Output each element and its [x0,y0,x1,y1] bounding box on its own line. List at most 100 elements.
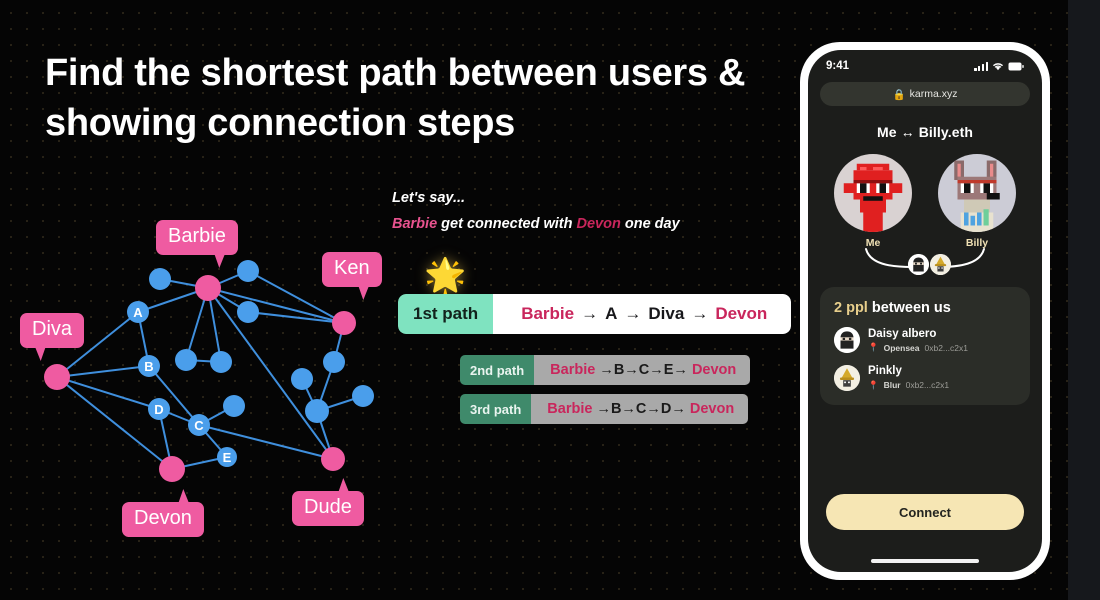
graph-label-barbie[interactable]: Barbie [156,220,238,255]
person-name: Pinkly [868,365,902,378]
path3-middle: →B→C→D→ [596,401,686,417]
graph-node-n5[interactable] [210,351,232,373]
caption-devon: Devon [576,215,621,232]
person-info: Daisy albero 📍 Opensea 0xb2...c2x1 [868,327,968,353]
graph-label-dude[interactable]: Dude [292,491,364,526]
wizard-avatar-icon [834,364,860,391]
url-bar[interactable]: 🔒 karma.xyz [820,82,1030,106]
path-row-first[interactable]: 1st path Barbie → A → Diva → Devon [398,294,792,334]
graph-node-B[interactable]: B [138,355,160,377]
graph-node-C[interactable]: C [188,414,210,436]
graph-edge [207,287,345,324]
person-avatar [834,364,860,391]
status-time: 9:41 [826,60,850,72]
path-badge-first: 1st path [398,294,494,334]
path-body-third: Barbie →B→C→D→ Devon [531,394,749,424]
avatar-me-image [834,154,912,232]
path1-hop-2: Diva [648,304,685,323]
graph-edge [56,365,150,378]
person-address: 0xb2...c2x1 [905,380,950,391]
path1-arrow-1: → [581,304,599,323]
avatar-me[interactable]: Me [834,154,912,249]
person-meta: 📍 Opensea 0xb2...c2x1 [868,342,968,353]
path1-to: Devon [715,304,768,323]
mutuals-heading: 2 ppl between us [834,300,1016,316]
avatar-billy[interactable]: Billy [938,154,1016,249]
graph-node-ken[interactable] [332,311,356,335]
path2-to: Devon [691,362,737,378]
graph-node-dude[interactable] [321,447,345,471]
connector-chip-2[interactable] [930,254,951,275]
sparkle-star-icon: 🌟 [424,257,467,295]
scenario-caption: Let's say... Barbie get connected with D… [392,186,680,237]
path1-arrow-3: → [691,304,709,323]
path-row-second[interactable]: 2nd path Barbie →B→C→E→ Devon [460,355,751,385]
graph-node-diva[interactable] [44,364,70,390]
caption-line-2: Barbie get connected with Devon one day [392,212,680,238]
home-indicator [871,559,979,563]
graph-node-n2[interactable] [237,260,259,282]
person-avatar [834,327,860,354]
avatar-pair: Me Billy [808,154,1042,249]
connect-button[interactable]: Connect [826,494,1024,530]
path-row-third[interactable]: 3rd path Barbie →B→C→D→ Devon [460,394,749,424]
location-pin-icon: 📍 [868,342,879,353]
graph-edge [247,311,345,324]
graph-node-n6[interactable] [223,395,245,417]
graph-edge [56,376,160,410]
path2-middle: →B→C→E→ [599,362,688,378]
graph-node-devon[interactable] [159,456,185,482]
status-icons [974,61,1024,71]
page-title: Find the shortest path between users & s… [45,48,765,148]
pixel-rabbit-icon [938,154,1016,232]
graph-label-devon[interactable]: Devon [122,502,204,537]
caption-line-1: Let's say... [392,190,466,206]
path-body-second: Barbie →B→C→E→ Devon [534,355,751,385]
pixel-robot-icon [834,154,912,232]
person-info: Pinkly 📍 Blur 0xb2...c2x1 [868,364,949,390]
graph-edge [56,376,173,470]
avatar-billy-image [938,154,1016,232]
page-title-line-2: showing connection steps [45,102,515,145]
path3-to: Devon [689,401,735,417]
person-source: Blur [883,380,901,391]
person-meta: 📍 Blur 0xb2...c2x1 [868,380,949,391]
phone-screen: 9:41 🔒 karma.xyz Me ↔ Billy.eth Me Billy… [808,50,1042,572]
graph-label-ken[interactable]: Ken [322,252,382,287]
graph-node-A[interactable]: A [127,301,149,323]
graph-node-n7[interactable] [323,351,345,373]
graph-node-n9[interactable] [305,399,329,423]
graph-node-n10[interactable] [352,385,374,407]
graph-node-n3[interactable] [237,301,259,323]
network-graph: A B CD E Barbie Ken Diva Devon Dude [0,200,420,580]
mutuals-count: 2 ppl [834,300,868,316]
ninja-avatar-icon [834,327,860,354]
graph-node-D[interactable]: D [148,398,170,420]
path-badge-second: 2nd path [460,355,535,385]
wizard-avatar-icon [930,254,951,275]
graph-label-diva[interactable]: Diva [20,313,85,348]
list-item[interactable]: Daisy albero 📍 Opensea 0xb2...c2x1 [834,327,1016,354]
person-source: Opensea [883,342,920,353]
graph-node-E[interactable]: E [217,447,237,467]
graph-node-n4[interactable] [175,349,197,371]
path3-from: Barbie [547,401,593,417]
graph-node-barbie[interactable] [195,275,221,301]
graph-node-n1[interactable] [149,268,171,290]
url-text: karma.xyz [909,88,958,100]
connector-chip-1[interactable] [908,254,929,275]
dark-background: Find the shortest path between users & s… [0,0,1068,600]
path-body-first: Barbie → A → Diva → Devon [493,294,792,334]
cellular-signal-icon [974,61,988,71]
page-title-line-1: Find the shortest path between users & [45,52,746,94]
ninja-avatar-icon [908,254,929,275]
mutuals-heading-rest: between us [867,300,951,316]
mutuals-card: 2 ppl between us Daisy albero 📍 Opensea … [820,287,1030,405]
app-heading: Me ↔ Billy.eth [876,124,974,140]
graph-node-n8[interactable] [291,368,313,390]
list-item[interactable]: Pinkly 📍 Blur 0xb2...c2x1 [834,364,1016,391]
phone-mockup: 9:41 🔒 karma.xyz Me ↔ Billy.eth Me Billy… [800,42,1050,580]
wifi-icon [993,63,1003,71]
path1-hop-1: A [605,304,618,323]
person-address: 0xb2...c2x1 [924,342,968,353]
